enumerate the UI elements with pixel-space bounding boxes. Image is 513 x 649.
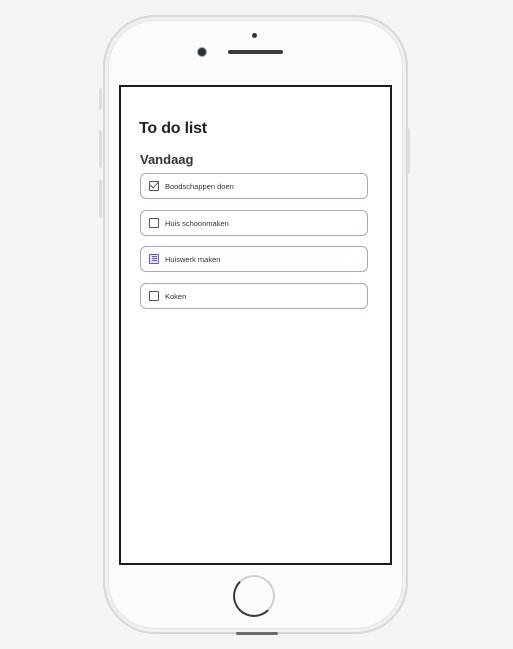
- earpiece-speaker: [228, 50, 283, 54]
- volume-down-button: [99, 180, 102, 218]
- front-camera-icon: [198, 48, 206, 56]
- task-label: Huiswerk maken: [165, 254, 221, 264]
- task-label: Huis schoonmaken: [165, 218, 229, 228]
- page-title: To do list: [139, 120, 207, 137]
- volume-up-button: [99, 130, 102, 168]
- task-label: Koken: [165, 291, 187, 301]
- task-item[interactable]: Koken: [140, 283, 368, 309]
- section-heading-today: Vandaag: [140, 152, 194, 167]
- checked-box-icon[interactable]: [149, 181, 159, 191]
- mute-switch: [99, 88, 102, 110]
- power-button: [407, 128, 410, 174]
- task-item[interactable]: Boodschappen doen: [140, 173, 368, 199]
- task-item[interactable]: Huiswerk maken: [140, 246, 368, 272]
- task-label: Boodschappen doen: [165, 181, 234, 191]
- empty-checkbox-icon[interactable]: [149, 291, 159, 301]
- empty-checkbox-icon[interactable]: [149, 218, 159, 228]
- task-item[interactable]: Huis schoonmaken: [140, 210, 368, 236]
- bottom-edge-marker: [236, 632, 278, 635]
- home-button[interactable]: [233, 575, 275, 617]
- in-progress-checkbox-icon[interactable]: [149, 254, 159, 264]
- sensor-dot: [252, 33, 257, 38]
